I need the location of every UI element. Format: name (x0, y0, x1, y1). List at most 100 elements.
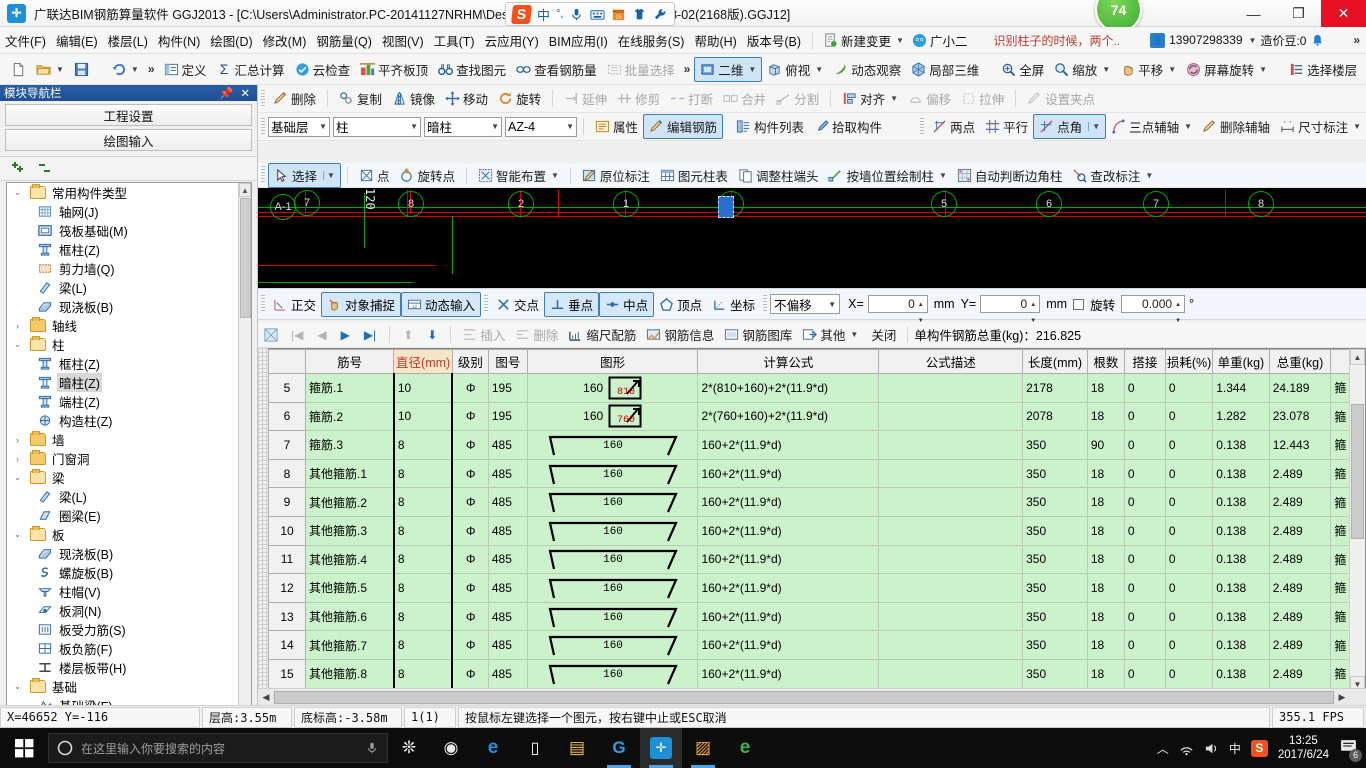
table-row[interactable]: 13 其他箍筋.6 8 Φ 485 160 160+2*(11.9*d) 350 18 0 0 0.1… (268, 601, 1352, 632)
cell-formula-desc[interactable] (878, 515, 1024, 546)
open-file-button[interactable]: ▼ (31, 60, 69, 79)
cell-count[interactable]: 90 (1086, 430, 1125, 460)
cell-unit-weight[interactable]: 1.282 (1212, 401, 1270, 432)
toolbar-overflow-2[interactable]: » (680, 62, 695, 76)
table-row[interactable]: 15 其他箍筋.8 8 Φ 485 160 160+2*(11.9*d) 350 18 0 0 0.1… (268, 658, 1352, 689)
cell-row-number[interactable]: 11 (268, 544, 306, 575)
close-grid-button[interactable]: 关闭 (863, 323, 901, 346)
cell-formula-desc[interactable] (878, 658, 1024, 689)
component-list-button[interactable]: 构件列表 (731, 115, 809, 138)
tree-item-现浇板b[interactable]: 现浇板(B) (7, 544, 240, 563)
cell-formula[interactable]: 160+2*(11.9*d) (697, 515, 880, 546)
cell-grade[interactable]: Φ (451, 544, 489, 575)
cell-row-number[interactable]: 12 (268, 573, 306, 603)
type-selector[interactable]: 暗柱 ▼ (424, 116, 502, 137)
notification-center-button[interactable]: 6 (1339, 738, 1362, 762)
menubar-overflow-button[interactable]: » (1349, 33, 1366, 47)
file-explorer-icon[interactable]: ▤ (556, 728, 598, 768)
cell-grade[interactable]: Φ (451, 573, 489, 603)
cell-rebar-name[interactable]: 其他箍筋.4 (304, 544, 395, 575)
taskbar-clock[interactable]: 13:25 2017/6/24 (1278, 734, 1329, 762)
menu-item-tools[interactable]: 工具(T) (429, 27, 480, 54)
2d-view-button[interactable]: 二维 ▼ (694, 56, 763, 82)
delete-axis-button[interactable]: 删除辅轴 (1197, 115, 1275, 138)
cell-formula-desc[interactable] (878, 373, 1024, 403)
pan-chevron-down-icon[interactable]: ▼ (1168, 65, 1176, 74)
cell-lap[interactable]: 0 (1123, 373, 1166, 403)
browser-g-icon[interactable]: G (598, 728, 640, 768)
pin-icon[interactable]: 📌 (219, 86, 233, 100)
rotate-chevron-down-icon[interactable]: ▼ (1259, 65, 1267, 74)
first-row-button[interactable]: |◀ (284, 328, 310, 342)
cell-loss[interactable]: 0 (1164, 430, 1214, 460)
cell-shape[interactable]: 160 (526, 544, 699, 575)
cell-grade[interactable]: Φ (451, 630, 489, 660)
cell-total-weight[interactable]: 12.443 (1268, 430, 1332, 460)
cell-shape[interactable]: 160 (526, 487, 699, 517)
other-button[interactable]: 其他 ▼ (797, 323, 863, 346)
cell-total-weight[interactable]: 2.489 (1268, 458, 1332, 489)
table-scroll-up-button[interactable]: ▲ (1350, 349, 1365, 365)
collapse-all-icon[interactable] (37, 161, 54, 176)
cell-total-weight[interactable]: 2.489 (1268, 544, 1332, 575)
table-header-3[interactable]: 级别 (451, 349, 489, 374)
summary-calc-button[interactable]: Σ 汇总计算 (212, 58, 290, 81)
zoom-button[interactable]: 缩放 ▼ (1049, 58, 1115, 81)
copy-button[interactable]: 复制 (334, 87, 387, 110)
axis-bubble-7[interactable]: 7 (294, 190, 320, 216)
axis-bubble-7b[interactable]: 7 (1143, 191, 1169, 217)
set-grip-button[interactable]: 设置夹点 (1022, 87, 1100, 110)
y-input[interactable]: 0 ▲ ▼ (980, 295, 1041, 324)
cell-diameter[interactable]: 8 (392, 458, 454, 489)
cell-code[interactable]: 195 (487, 373, 528, 403)
table-header-6[interactable]: 计算公式 (697, 349, 880, 374)
cell-total-weight[interactable]: 2.489 (1268, 573, 1332, 603)
cell-lap[interactable]: 0 (1123, 458, 1166, 489)
cell-length[interactable]: 350 (1022, 544, 1088, 575)
undo-button[interactable]: ▼ (106, 60, 144, 79)
dimension-button[interactable]: 尺寸标注 ▼ (1275, 115, 1366, 138)
cell-row-number[interactable]: 13 (268, 601, 306, 632)
cell-diameter[interactable]: 8 (392, 544, 454, 575)
cell-count[interactable]: 18 (1086, 401, 1125, 432)
table-header-1[interactable]: 筋号 (304, 349, 395, 374)
cell-row-number[interactable]: 14 (268, 630, 306, 660)
cell-code[interactable]: 485 (487, 658, 528, 689)
tree-toggle-icon[interactable]: › (11, 321, 24, 331)
menu-item-edit[interactable]: 编辑(E) (51, 27, 103, 54)
taskview-icon[interactable]: ❊ (388, 728, 430, 768)
cell-formula[interactable]: 160+2*(11.9*d) (697, 458, 880, 489)
cell-shape[interactable]: 160 760 (526, 401, 699, 432)
cell-unit-weight[interactable]: 0.138 (1212, 573, 1270, 603)
cell-length[interactable]: 350 (1022, 601, 1088, 632)
scale-rebar-button[interactable]: 缩尺配筋 (563, 323, 641, 346)
screen-rotate-button[interactable]: 屏幕旋转 ▼ (1181, 58, 1272, 81)
smart-layout-chevron-down-icon[interactable]: ▼ (551, 171, 559, 180)
tree-item-构造柱z[interactable]: 构造柱(Z) (7, 411, 240, 430)
tree-item-现浇板b[interactable]: 现浇板(B) (7, 297, 240, 316)
last-row-button[interactable]: ▶| (357, 328, 383, 342)
cell-rebar-name[interactable]: 其他箍筋.7 (304, 630, 395, 660)
cell-unit-weight[interactable]: 0.138 (1212, 544, 1270, 575)
cell-unit-weight[interactable]: 0.138 (1212, 630, 1270, 660)
cell-formula-desc[interactable] (878, 487, 1024, 517)
cell-count[interactable]: 18 (1086, 373, 1125, 403)
table-hscroll-thumb[interactable] (274, 690, 1334, 704)
cell-code[interactable]: 485 (487, 573, 528, 603)
tree-toggle-icon[interactable]: ⌄ (11, 187, 24, 198)
table-vertical-scrollbar[interactable]: ▲ ▼ (1349, 349, 1365, 692)
open-chevron-down-icon[interactable]: ▼ (56, 65, 64, 74)
cell-rebar-name[interactable]: 其他箍筋.6 (304, 601, 395, 632)
intersection-snap[interactable]: 交点 (491, 293, 544, 316)
undo-chevron-down-icon[interactable]: ▼ (131, 65, 139, 74)
point-angle-button[interactable]: 点角 ▼ (1033, 114, 1107, 139)
assistant-button[interactable]: 广小二 (908, 29, 972, 52)
view-rebar-qty-button[interactable]: 查看钢筋量 (511, 58, 602, 81)
cell-diameter[interactable]: 10 (392, 401, 454, 432)
floor-chevron-down-icon[interactable]: ▼ (319, 122, 327, 131)
nav-button-draw-input[interactable]: 绘图输入 (5, 129, 252, 151)
cell-row-number[interactable]: 6 (268, 401, 306, 432)
axis-bubble-1[interactable]: 1 (613, 191, 639, 217)
y-spinner[interactable]: ▲ ▼ (1028, 297, 1038, 324)
cell-formula[interactable]: 160+2*(11.9*d) (697, 487, 880, 517)
